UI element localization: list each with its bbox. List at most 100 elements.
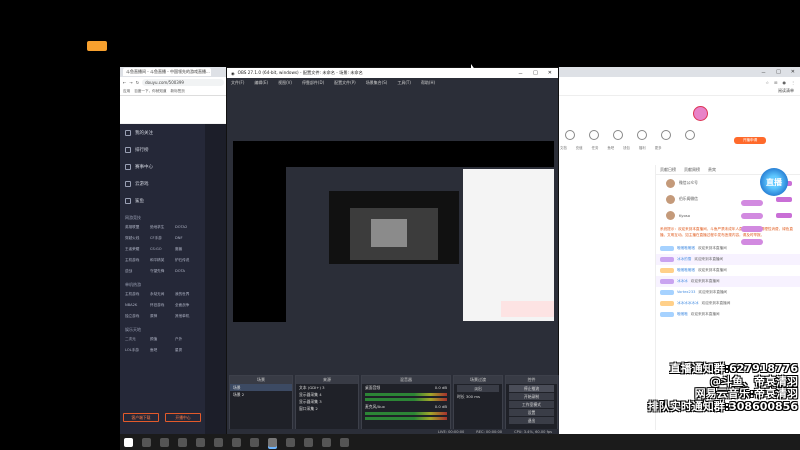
game-link[interactable]: 炉石传说 bbox=[175, 258, 200, 263]
game-link[interactable]: 英雄联盟 bbox=[125, 225, 150, 230]
minimize-icon[interactable]: － bbox=[518, 70, 523, 77]
source-item[interactable]: 文本 (GDI+) 3 bbox=[296, 384, 358, 391]
game-icon[interactable] bbox=[232, 437, 241, 447]
exit-button[interactable]: 退出 bbox=[509, 417, 554, 424]
category-link[interactable]: 星秀 bbox=[175, 348, 200, 353]
transition-select[interactable]: 淡出 bbox=[457, 385, 499, 392]
game-link[interactable]: CS:GO bbox=[150, 247, 175, 252]
browser-tab[interactable]: 斗鱼直播间 - 斗鱼直播 - 中国领先的游戏直播... bbox=[123, 68, 211, 76]
menu-docks[interactable]: 停靠部件(D) bbox=[302, 80, 324, 86]
scene-item[interactable]: 场景 2 bbox=[230, 391, 292, 398]
sidebar-item-follow[interactable]: 我的关注 bbox=[120, 124, 205, 141]
bookmark-newtab[interactable]: 新标签页 bbox=[171, 89, 185, 94]
obs-icon[interactable] bbox=[268, 437, 277, 447]
volume-slider[interactable] bbox=[365, 398, 447, 401]
obs-preview[interactable] bbox=[233, 141, 554, 322]
rank-row[interactable]: Kyoso bbox=[656, 207, 800, 223]
search-icon[interactable] bbox=[142, 437, 151, 447]
category-link[interactable]: LOL手游 bbox=[125, 348, 150, 353]
douyu-icon[interactable] bbox=[304, 437, 313, 447]
task-icon[interactable] bbox=[613, 130, 623, 140]
game-link[interactable]: 其他单机 bbox=[175, 314, 200, 319]
volume-slider[interactable] bbox=[365, 417, 447, 420]
game-link[interactable]: 永劫无间 bbox=[150, 292, 175, 297]
studio-mode-button[interactable]: 工作室模式 bbox=[509, 401, 554, 408]
game-link[interactable]: NBA2K bbox=[125, 303, 150, 308]
source-item[interactable]: 显示器采集 4 bbox=[296, 391, 358, 398]
game-link[interactable]: 和平精英 bbox=[150, 258, 175, 263]
start-recording-button[interactable]: 开始录制 bbox=[509, 393, 554, 400]
gift-icon[interactable] bbox=[685, 130, 695, 140]
doc-icon[interactable] bbox=[565, 130, 575, 140]
app-icon[interactable] bbox=[322, 437, 331, 447]
forward-icon[interactable]: → bbox=[129, 80, 132, 85]
category-link[interactable]: 鱼吧 bbox=[150, 348, 175, 353]
app-icon[interactable] bbox=[286, 437, 295, 447]
scene-item[interactable]: 场景 bbox=[230, 384, 292, 391]
game-link[interactable]: 逆战 bbox=[125, 269, 150, 274]
game-link[interactable]: 原神 bbox=[150, 314, 175, 319]
game-link[interactable]: 守望先锋 bbox=[150, 269, 175, 274]
menu-file[interactable]: 文件(F) bbox=[231, 80, 244, 86]
game-link[interactable]: CF手游 bbox=[150, 236, 175, 241]
client-download-button[interactable]: 客户端下载 bbox=[123, 413, 159, 422]
wallet-icon[interactable] bbox=[661, 130, 671, 140]
stop-streaming-button[interactable]: 停止推流 bbox=[509, 385, 554, 392]
open-stream-button[interactable]: 开播申请 bbox=[734, 137, 766, 144]
category-link[interactable]: 户外 bbox=[175, 337, 200, 342]
sidebar-item-rank[interactable]: 排行榜 bbox=[120, 141, 205, 158]
maximize-icon[interactable]: □ bbox=[776, 69, 781, 75]
bookmark-baidu[interactable]: 百度一下，你就知道 bbox=[134, 89, 166, 94]
sidebar-item-events[interactable]: 赛事中心 bbox=[120, 158, 205, 175]
douyu-logo[interactable] bbox=[87, 41, 107, 51]
back-icon[interactable]: ← bbox=[123, 80, 126, 85]
source-item[interactable]: 窗口采集 2 bbox=[296, 405, 358, 412]
task-view-icon[interactable] bbox=[160, 437, 169, 447]
minimize-icon[interactable]: － bbox=[761, 69, 766, 76]
game-link[interactable]: 王者荣耀 bbox=[125, 247, 150, 252]
chrome-icon[interactable] bbox=[250, 437, 259, 447]
menu-help[interactable]: 帮助(H) bbox=[421, 80, 435, 86]
game-link[interactable]: 全面战争 bbox=[175, 303, 200, 308]
profile-icon[interactable]: ● bbox=[783, 80, 787, 85]
tab-weekly[interactable]: 贡献周榜 bbox=[684, 167, 700, 173]
game-link[interactable]: 主机游戏 bbox=[125, 292, 150, 297]
tab-daily[interactable]: 贡献日榜 bbox=[660, 167, 676, 173]
user-avatar[interactable] bbox=[693, 106, 708, 121]
tab-vip[interactable]: 贵宾 bbox=[708, 167, 716, 173]
bookmark-apps[interactable]: 应用 bbox=[123, 89, 130, 94]
reload-icon[interactable]: ↻ bbox=[136, 80, 139, 85]
menu-tools[interactable]: 工具(T) bbox=[397, 80, 411, 86]
close-icon[interactable]: ✕ bbox=[548, 70, 552, 77]
settings-button[interactable]: 设置 bbox=[509, 409, 554, 416]
game-link[interactable]: 穿越火线 bbox=[125, 236, 150, 241]
game-link[interactable]: 主机游戏 bbox=[125, 258, 150, 263]
edge-icon[interactable] bbox=[196, 437, 205, 447]
game-link[interactable]: 我的世界 bbox=[175, 292, 200, 297]
game-link[interactable]: 怀旧游戏 bbox=[150, 303, 175, 308]
game-link[interactable]: 独立游戏 bbox=[125, 314, 150, 319]
star-icon[interactable]: ☆ bbox=[766, 80, 770, 85]
folder-icon[interactable] bbox=[214, 437, 223, 447]
game-link[interactable]: DOTA2 bbox=[175, 225, 200, 230]
app-icon[interactable] bbox=[340, 437, 349, 447]
menu-icon[interactable]: ⋮ bbox=[791, 80, 795, 85]
windows-start-icon[interactable] bbox=[124, 437, 133, 447]
maximize-icon[interactable]: □ bbox=[533, 70, 538, 77]
recharge-icon[interactable] bbox=[589, 130, 599, 140]
category-link[interactable]: 二次元 bbox=[125, 337, 150, 342]
menu-profile[interactable]: 配置文件(P) bbox=[334, 80, 356, 86]
sidebar-item-shark[interactable]: 鲨鱼 bbox=[120, 192, 205, 209]
source-item[interactable]: 显示器采集 3 bbox=[296, 398, 358, 405]
close-icon[interactable]: ✕ bbox=[791, 69, 795, 75]
menu-view[interactable]: 视图(V) bbox=[278, 80, 292, 86]
steam-icon[interactable] bbox=[178, 437, 187, 447]
menu-edit[interactable]: 编辑(E) bbox=[254, 80, 268, 86]
game-link[interactable]: 魔兽 bbox=[175, 247, 200, 252]
duration-input[interactable]: 300 ms bbox=[466, 394, 480, 399]
menu-scene-collection[interactable]: 场景集合(S) bbox=[366, 80, 388, 86]
open-center-button[interactable]: 开播中心 bbox=[165, 413, 201, 422]
game-link[interactable]: DOTA bbox=[175, 269, 200, 274]
category-link[interactable]: 颜值 bbox=[150, 337, 175, 342]
url-field[interactable]: douyu.com/500399 bbox=[142, 78, 224, 86]
